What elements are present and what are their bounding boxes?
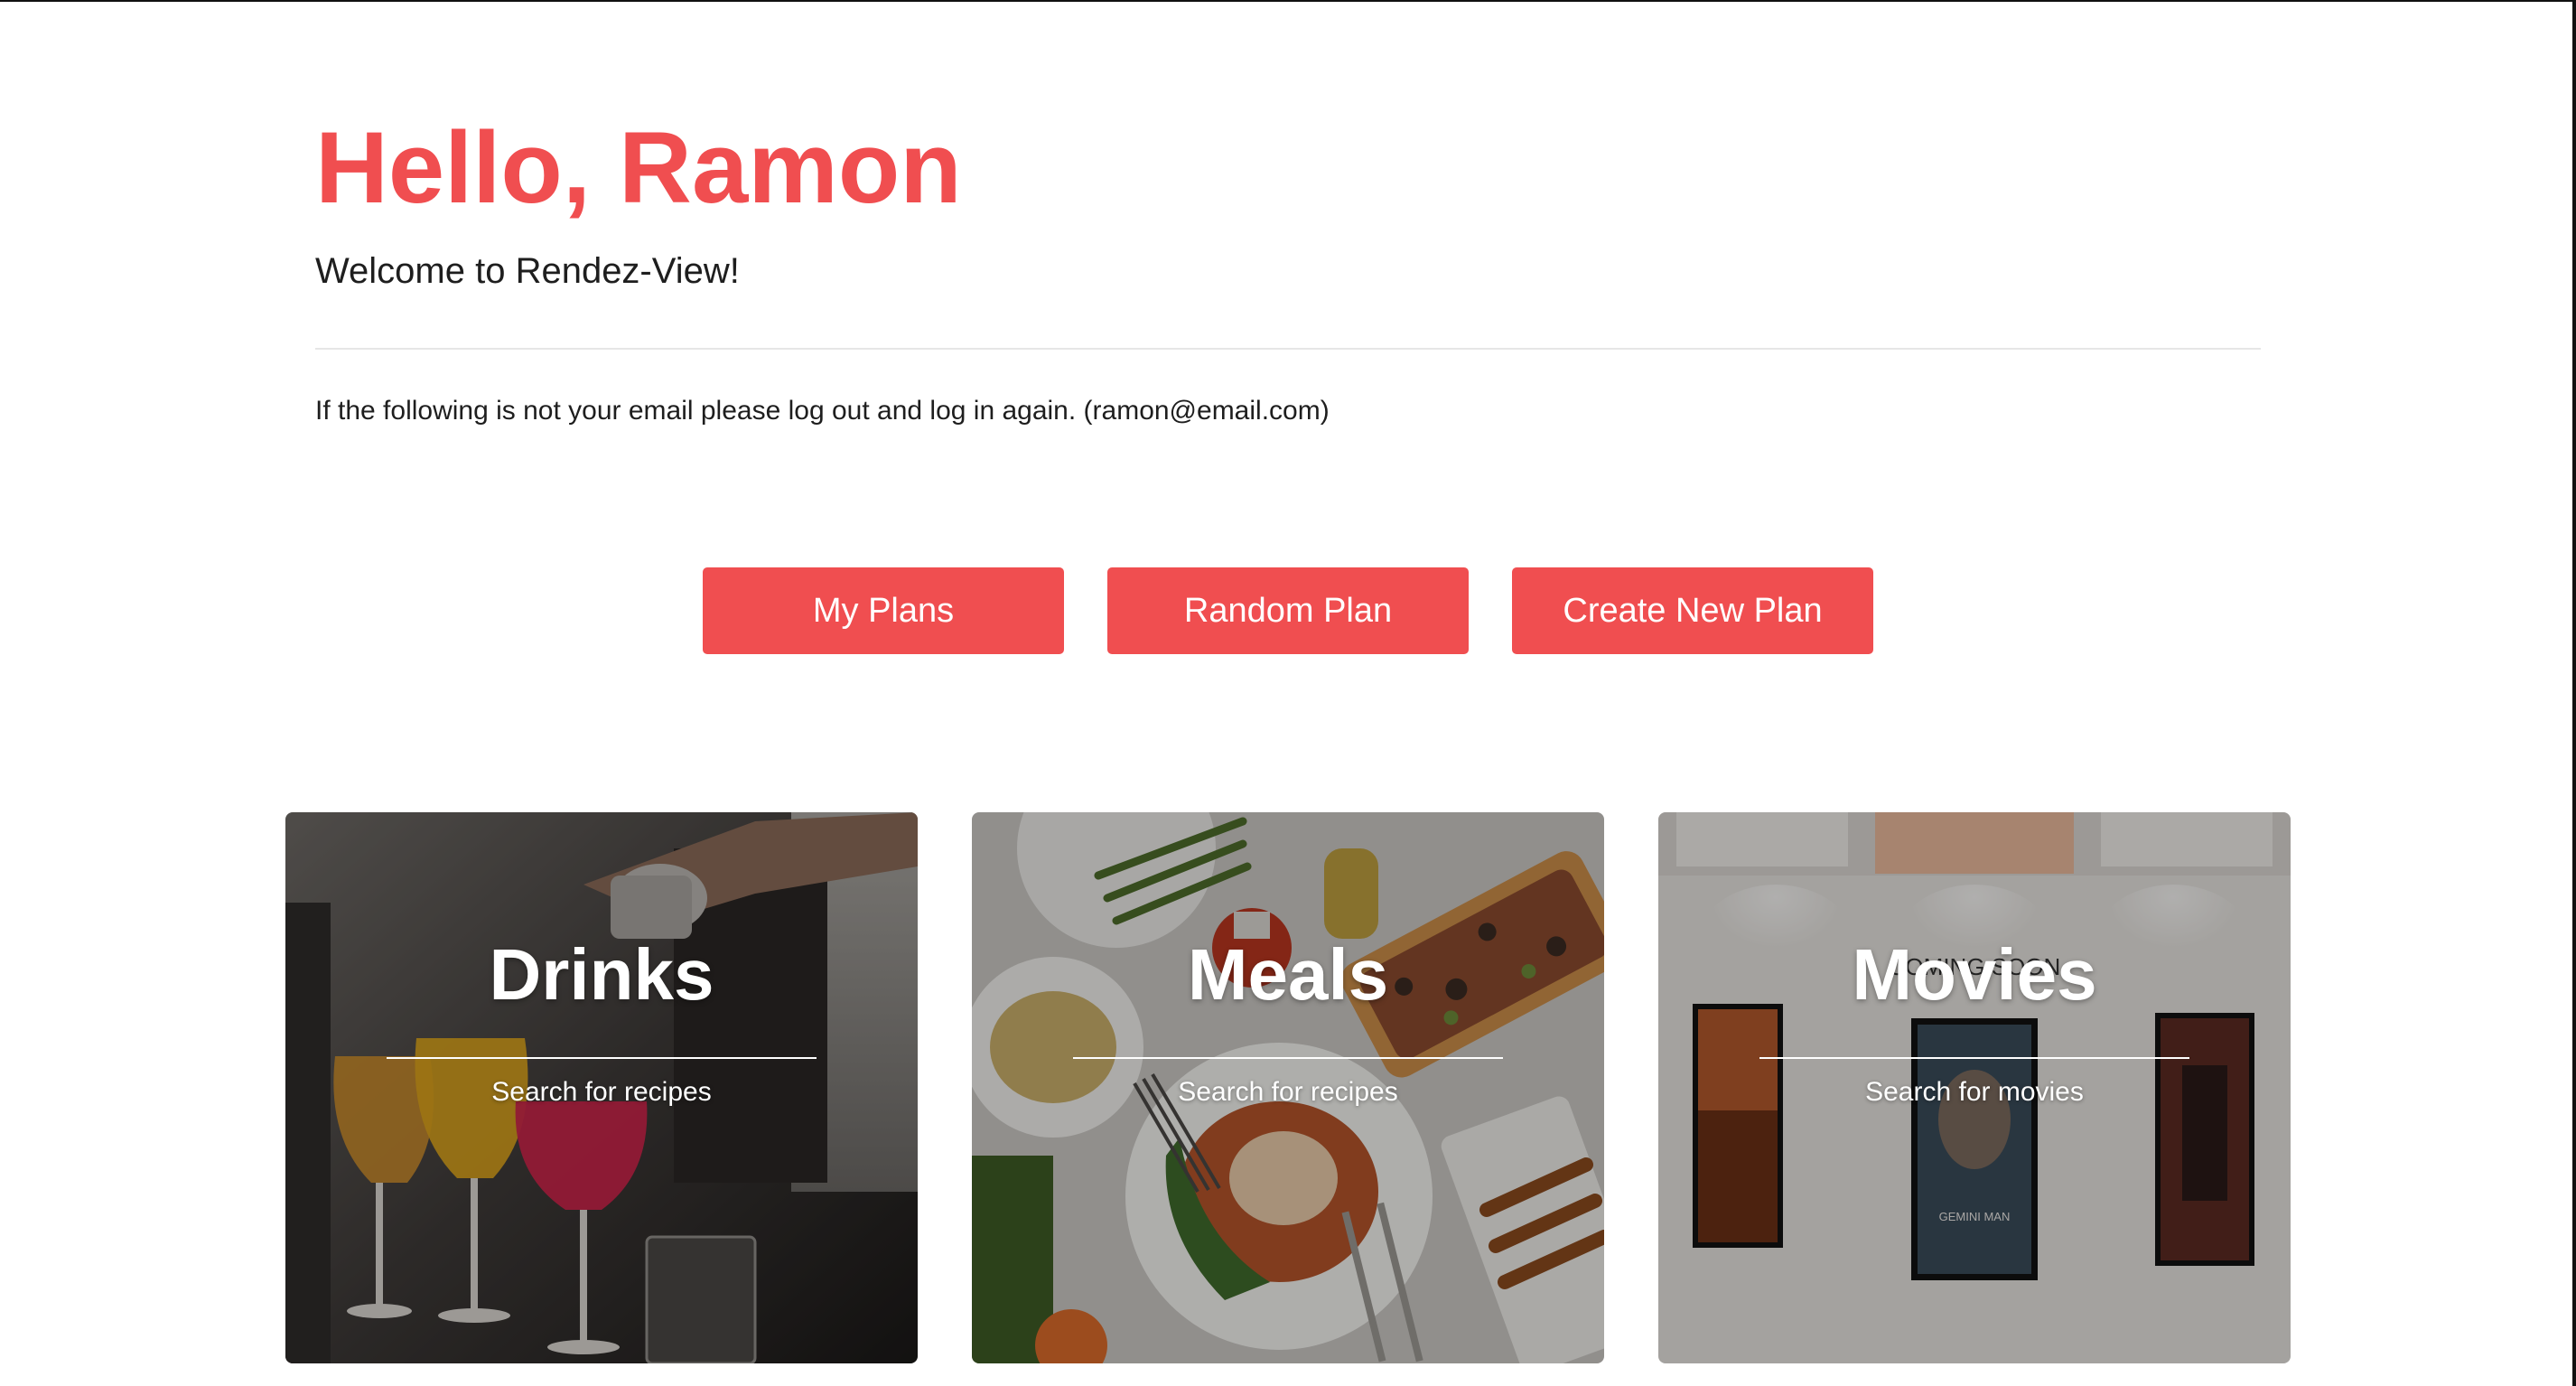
email-notice: If the following is not your email pleas… (315, 396, 1330, 426)
random-plan-button[interactable]: Random Plan (1107, 567, 1469, 654)
window-edge (2572, 2, 2576, 1386)
movies-title: Movies (1852, 934, 2097, 1015)
meals-title: Meals (1187, 934, 1389, 1015)
movies-subtitle: Search for movies (1865, 1077, 2084, 1107)
movies-card[interactable]: COMING SOON GEMINI MAN Movies Search for… (1658, 812, 2291, 1363)
divider (315, 348, 2261, 350)
meals-card[interactable]: Meals Search for recipes (972, 812, 1604, 1363)
drinks-title: Drinks (489, 934, 714, 1015)
greeting-heading: Hello, Ramon (315, 111, 962, 224)
meals-divider (1073, 1057, 1503, 1059)
drinks-divider (387, 1057, 817, 1059)
meals-subtitle: Search for recipes (1178, 1077, 1398, 1107)
welcome-text: Welcome to Rendez-View! (315, 251, 740, 291)
drinks-card[interactable]: Drinks Search for recipes (285, 812, 918, 1363)
create-new-plan-button[interactable]: Create New Plan (1512, 567, 1873, 654)
my-plans-button[interactable]: My Plans (703, 567, 1064, 654)
drinks-subtitle: Search for recipes (491, 1077, 712, 1107)
movies-divider (1759, 1057, 2189, 1059)
page: Hello, Ramon Welcome to Rendez-View! If … (0, 0, 2576, 1386)
